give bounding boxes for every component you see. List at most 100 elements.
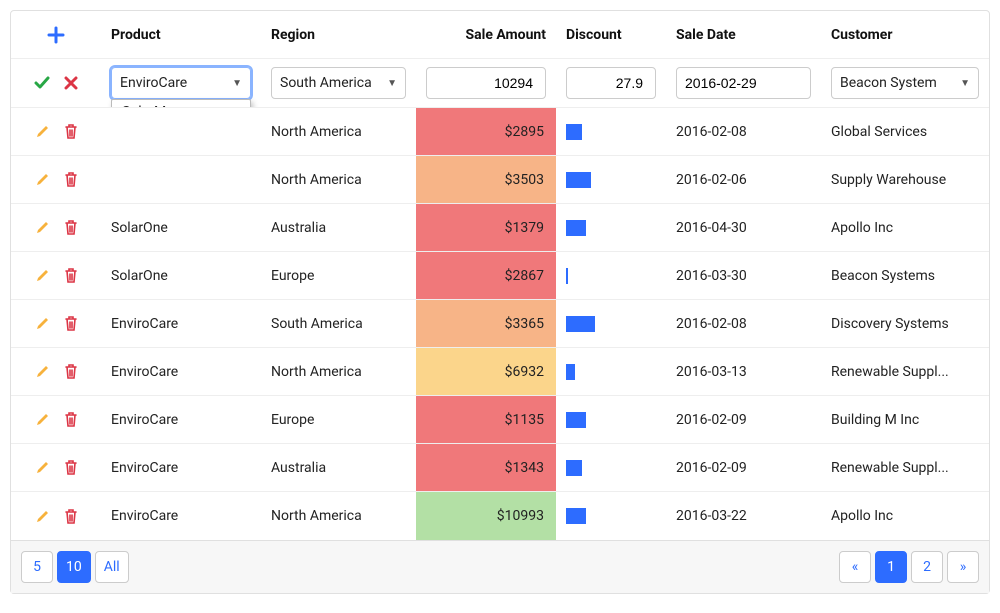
cell-region: North America — [261, 108, 416, 155]
header-row: Product Region Sale Amount Discount Sale… — [11, 11, 989, 59]
cell-amount: $1343 — [416, 444, 556, 491]
cell-date: 2016-03-13 — [666, 348, 821, 395]
pager: «12» — [839, 551, 979, 583]
cell-date: 2016-03-30 — [666, 252, 821, 299]
cell-region: Australia — [261, 444, 416, 491]
cell-customer: Apollo Inc — [821, 204, 989, 251]
delete-row-button[interactable] — [64, 364, 78, 379]
customer-select-value: Beacon System — [840, 75, 937, 91]
date-input[interactable] — [676, 67, 811, 99]
cell-discount — [556, 204, 666, 251]
cell-discount — [556, 492, 666, 540]
cell-customer: Supply Warehouse — [821, 156, 989, 203]
cell-region: Europe — [261, 252, 416, 299]
edit-row-button[interactable] — [35, 124, 50, 139]
cell-discount — [556, 156, 666, 203]
discount-input[interactable] — [566, 67, 656, 99]
prev-page-button[interactable]: « — [839, 551, 871, 583]
edit-row-button[interactable] — [35, 460, 50, 475]
edit-row-button[interactable] — [35, 268, 50, 283]
cell-customer: Building M Inc — [821, 396, 989, 443]
cell-date: 2016-02-06 — [666, 156, 821, 203]
cell-region: Europe — [261, 396, 416, 443]
cell-customer: Renewable Suppl... — [821, 444, 989, 491]
cell-discount — [556, 444, 666, 491]
table-row: EnviroCareNorth America$69322016-03-13Re… — [11, 348, 989, 396]
customer-select[interactable]: Beacon System ▼ — [831, 67, 979, 99]
cell-customer: Beacon Systems — [821, 252, 989, 299]
amount-input[interactable] — [426, 67, 546, 99]
table-row: North America$28952016-02-08Global Servi… — [11, 108, 989, 156]
cell-amount: $2895 — [416, 108, 556, 155]
edit-row-button[interactable] — [35, 509, 50, 524]
table-row: EnviroCareEurope$11352016-02-09Building … — [11, 396, 989, 444]
cell-amount: $1379 — [416, 204, 556, 251]
edit-row-button[interactable] — [35, 316, 50, 331]
cell-discount — [556, 252, 666, 299]
cell-customer: Discovery Systems — [821, 300, 989, 347]
add-row-button[interactable] — [47, 26, 65, 44]
table-row: EnviroCareAustralia$1343 2016-02-09Renewa… — [11, 444, 989, 492]
cancel-edit-button[interactable] — [64, 76, 78, 90]
cell-amount: $10993 — [416, 492, 556, 540]
delete-row-button[interactable] — [64, 268, 78, 283]
cell-discount — [556, 300, 666, 347]
delete-row-button[interactable] — [64, 172, 78, 187]
cell-product — [101, 108, 261, 155]
cell-region: Australia — [261, 204, 416, 251]
header-actions — [11, 11, 101, 58]
page-button[interactable]: 1 — [875, 551, 907, 583]
cell-date: 2016-03-22 — [666, 492, 821, 540]
cell-customer: Apollo Inc — [821, 492, 989, 540]
col-customer[interactable]: Customer — [821, 11, 989, 58]
col-region[interactable]: Region — [261, 11, 416, 58]
delete-row-button[interactable] — [64, 509, 78, 524]
edit-row-button[interactable] — [35, 412, 50, 427]
edit-row: EnviroCare ▼ SolarMaxSolarOneEnviroCareE… — [11, 59, 989, 108]
delete-row-button[interactable] — [64, 316, 78, 331]
col-amount[interactable]: Sale Amount — [416, 11, 556, 58]
grid-footer: 510All «12» — [11, 540, 989, 593]
cell-discount — [556, 396, 666, 443]
data-grid: Product Region Sale Amount Discount Sale… — [10, 10, 990, 594]
next-page-button[interactable]: » — [947, 551, 979, 583]
cell-date: 2016-02-09 — [666, 444, 821, 491]
cell-product: EnviroCare — [101, 444, 261, 491]
delete-row-button[interactable] — [64, 124, 78, 139]
col-discount[interactable]: Discount — [556, 11, 666, 58]
table-row: SolarOneAustralia$13792016-04-30Apollo I… — [11, 204, 989, 252]
region-select-value: South America — [280, 75, 372, 91]
col-product[interactable]: Product — [101, 11, 261, 58]
cell-date: 2016-02-08 — [666, 300, 821, 347]
edit-row-button[interactable] — [35, 364, 50, 379]
cell-product: SolarOne — [101, 204, 261, 251]
delete-row-button[interactable] — [64, 460, 78, 475]
product-select[interactable]: EnviroCare ▼ — [111, 67, 251, 99]
cell-region: North America — [261, 492, 416, 540]
table-row: North America$35032016-02-06Supply Wareh… — [11, 156, 989, 204]
cell-product: EnviroCare — [101, 492, 261, 540]
cell-amount: $6932 — [416, 348, 556, 395]
delete-row-button[interactable] — [64, 412, 78, 427]
cell-product: EnviroCare — [101, 348, 261, 395]
col-date[interactable]: Sale Date — [666, 11, 821, 58]
edit-row-button[interactable] — [35, 220, 50, 235]
cell-date: 2016-02-09 — [666, 396, 821, 443]
product-option[interactable]: SolarMax — [112, 100, 250, 107]
cell-amount: $2867 — [416, 252, 556, 299]
page-button[interactable]: 2 — [911, 551, 943, 583]
product-dropdown[interactable]: SolarMaxSolarOneEnviroCareEnviroCare Max — [111, 99, 251, 107]
delete-row-button[interactable] — [64, 220, 78, 235]
edit-row-button[interactable] — [35, 172, 50, 187]
region-select[interactable]: South America ▼ — [271, 67, 406, 99]
page-size-button[interactable]: 10 — [57, 551, 91, 583]
chevron-down-icon: ▼ — [232, 78, 242, 89]
confirm-edit-button[interactable] — [34, 75, 50, 91]
page-size-button[interactable]: All — [95, 551, 129, 583]
product-select-value: EnviroCare — [120, 75, 187, 91]
cell-product: SolarOne — [101, 252, 261, 299]
cell-customer: Global Services — [821, 108, 989, 155]
page-size-selector: 510All — [21, 551, 129, 583]
cell-discount — [556, 348, 666, 395]
page-size-button[interactable]: 5 — [21, 551, 53, 583]
